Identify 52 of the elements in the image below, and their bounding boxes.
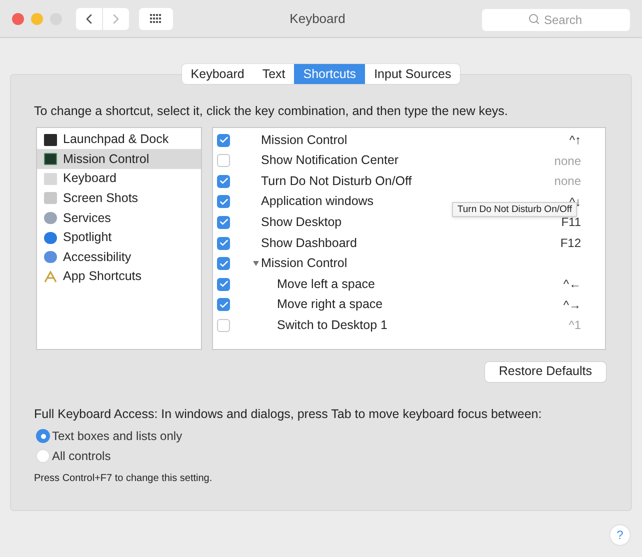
radio-label[interactable]: Text boxes and lists only: [52, 427, 182, 445]
show-all-button[interactable]: [139, 8, 173, 30]
checkbox[interactable]: [217, 278, 230, 291]
grid-icon: [150, 14, 162, 24]
checkbox[interactable]: [217, 174, 230, 188]
shortcut-label[interactable]: Move left a space: [277, 274, 375, 294]
tooltip: Turn Do Not Disturb On/Off: [452, 202, 577, 217]
shortcut-label[interactable]: Move right a space: [277, 295, 383, 314]
key-combination[interactable]: ^←: [563, 275, 581, 294]
shortcut-label[interactable]: Show Desktop: [261, 213, 342, 232]
instructions-text: To change a shortcut, select it, click the key combination, and then type the new keys.: [34, 103, 509, 120]
category-item[interactable]: Launchpad & Dock: [37, 130, 201, 150]
checkbox[interactable]: [217, 195, 230, 208]
keyboard-access-label: Full Keyboard Access: In windows and dialogs, press Tab to move keyboard focus between:: [34, 406, 543, 423]
checkbox[interactable]: [217, 318, 230, 332]
key-combination[interactable]: ^↑: [569, 131, 581, 150]
disclosure-triangle-icon[interactable]: [253, 261, 259, 266]
tab[interactable]: Keyboard: [182, 64, 254, 84]
category-item[interactable]: Keyboard: [37, 168, 201, 189]
category-item[interactable]: Accessibility: [37, 247, 201, 267]
category-item[interactable]: Mission Control: [37, 149, 201, 169]
checkbox[interactable]: [217, 154, 230, 168]
back-button[interactable]: [76, 8, 102, 30]
radio-button[interactable]: [36, 449, 50, 463]
shortcut-label[interactable]: Turn Do Not Disturb On/Off: [261, 172, 412, 191]
hint-text: Press Control+F7 to change this setting.: [34, 472, 214, 486]
search-field[interactable]: Search: [482, 8, 630, 30]
shortcut-label[interactable]: Show Dashboard: [261, 234, 357, 252]
key-combination[interactable]: F12: [560, 234, 581, 252]
shortcut-label[interactable]: Switch to Desktop 1: [277, 316, 388, 335]
category-item[interactable]: Screen Shots: [37, 188, 201, 208]
checkbox[interactable]: [217, 134, 230, 147]
checkbox[interactable]: [217, 216, 230, 229]
tab[interactable]: Text: [253, 64, 294, 84]
checkbox[interactable]: [217, 257, 230, 270]
checkbox[interactable]: [217, 236, 230, 250]
category-item[interactable]: Services: [37, 208, 201, 228]
shortcut-label[interactable]: Mission Control: [261, 130, 348, 150]
restore-defaults-button[interactable]: Restore Defaults: [484, 362, 606, 382]
close-button[interactable]: [12, 12, 24, 24]
key-combination[interactable]: ^→: [563, 296, 581, 314]
shortcut-label[interactable]: Show Notification Center: [261, 151, 399, 170]
radio-label[interactable]: All controls: [52, 447, 111, 465]
radio-button[interactable]: [36, 429, 50, 443]
shortcut-label[interactable]: Application windows: [261, 192, 374, 212]
category-item[interactable]: App Shortcuts: [37, 266, 201, 286]
category-item[interactable]: Spotlight: [37, 228, 201, 248]
tab[interactable]: Input Sources: [365, 64, 460, 84]
window-title: Keyboard: [290, 10, 346, 28]
checkbox[interactable]: [217, 298, 230, 312]
shortcut-label[interactable]: Mission Control: [261, 254, 348, 273]
search-icon: [528, 12, 540, 24]
